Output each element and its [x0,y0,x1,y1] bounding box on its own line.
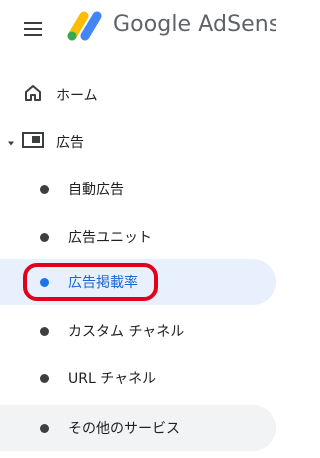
bullet-dot-active-icon [40,277,49,287]
nav-label-auto-ads: 自動広告 [68,182,124,198]
nav-label-ads: 広告 [56,135,84,151]
adsense-sidebar: Google AdSense ホーム 広告 自動広告 [0,0,276,458]
nav-item-home[interactable]: ホーム [0,72,276,118]
nav-item-url-channels[interactable]: URL チャネル [0,355,276,401]
nav-label-ad-placements: 広告掲載率 [68,275,138,291]
app-header: Google AdSense [0,0,276,58]
nav-label-ad-units: 広告ユニット [68,230,152,246]
hamburger-menu-icon[interactable] [22,18,46,40]
nav-item-ad-placements[interactable]: 広告掲載率 [0,259,276,305]
nav-item-auto-ads[interactable]: 自動広告 [0,166,276,212]
bullet-dot-icon [40,373,49,383]
brand-google: Google [113,12,192,37]
adsense-logo-icon [64,10,106,44]
nav-item-custom-channels[interactable]: カスタム チャネル [0,308,276,354]
nav-label-other-services: その他のサービス [68,421,180,437]
nav-item-ads[interactable]: 広告 [0,119,276,165]
caret-down-icon [7,133,15,152]
home-icon [24,84,42,106]
ads-icon [22,132,44,152]
nav-item-ad-units[interactable]: 広告ユニット [0,214,276,260]
product-name: Google AdSense [113,12,276,37]
bullet-dot-icon [40,326,49,336]
brand-adsense: AdSense [198,12,276,37]
bullet-dot-icon [40,184,49,194]
bullet-dot-icon [40,423,49,433]
nav-label-home: ホーム [56,88,98,104]
nav-label-custom-channels: カスタム チャネル [68,324,185,340]
nav-label-url-channels: URL チャネル [68,371,157,387]
nav-item-other-services[interactable]: その他のサービス [0,405,276,451]
bullet-dot-icon [40,232,49,242]
